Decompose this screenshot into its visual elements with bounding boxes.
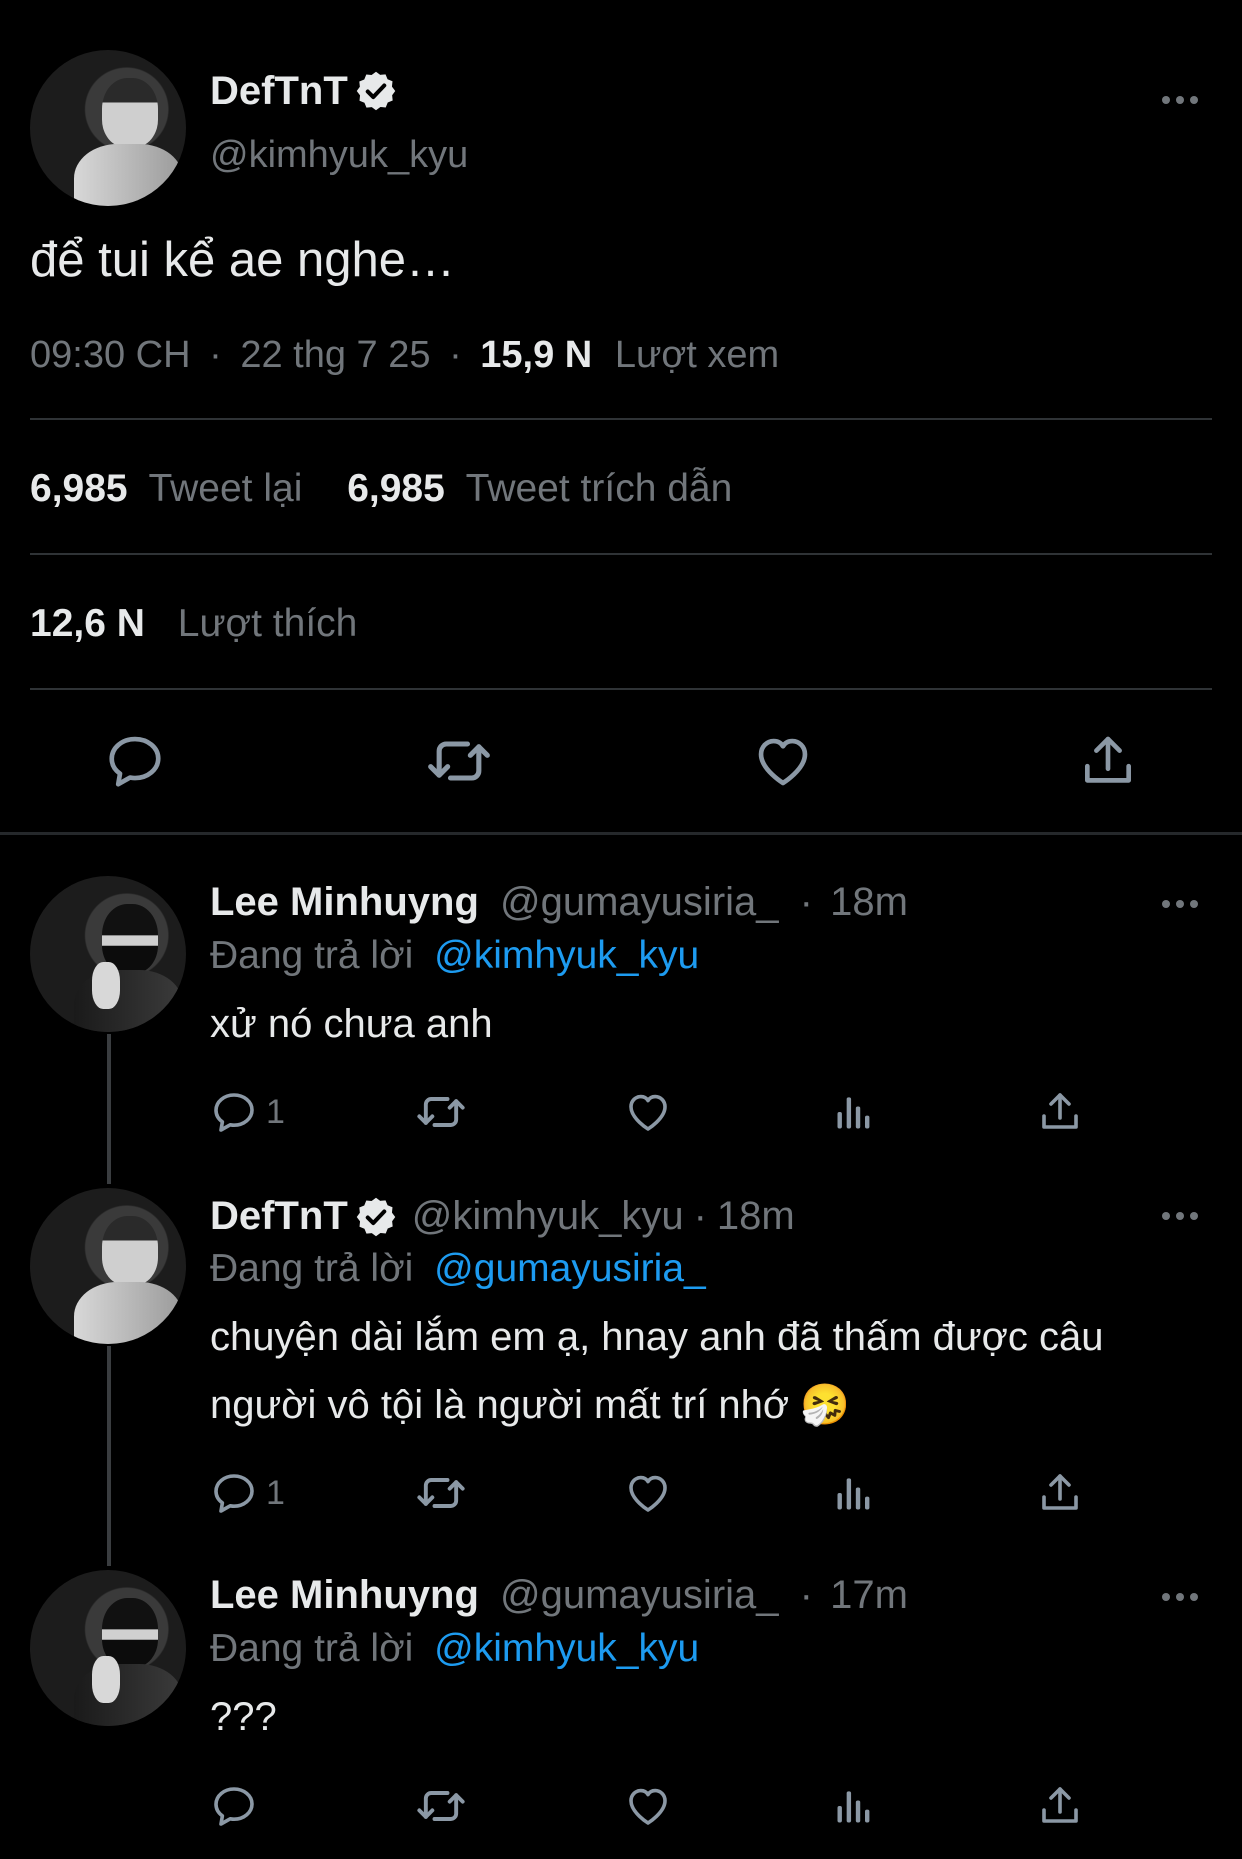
- author-display-name[interactable]: DefTnT: [210, 69, 348, 114]
- author-avatar[interactable]: [30, 50, 186, 206]
- reply-display-name[interactable]: Lee Minhuyng: [210, 1573, 479, 1617]
- quotes-count: 6,985: [347, 467, 445, 510]
- views-count: 15,9 N: [480, 334, 593, 376]
- like-icon[interactable]: [624, 1469, 672, 1517]
- reply-header: Lee Minhuyng @gumayusiria_ · 18m: [210, 880, 908, 925]
- retweets-count: 6,985: [30, 467, 128, 510]
- tweet-time: 09:30 CH: [30, 334, 191, 376]
- thread-line: [107, 1034, 111, 1184]
- retweets-stat[interactable]: 6,985 Tweet lại: [30, 467, 313, 510]
- more-icon[interactable]: [1158, 1590, 1202, 1604]
- author-name-row[interactable]: DefTnT: [210, 66, 398, 116]
- verified-badge-icon: [354, 1195, 398, 1239]
- retweet-icon[interactable]: [415, 1086, 467, 1138]
- meta-separator: ·: [209, 334, 222, 376]
- like-icon[interactable]: [624, 1782, 672, 1830]
- reply-time: 18m: [830, 880, 908, 924]
- reply-avatar[interactable]: [30, 876, 186, 1032]
- divider: [30, 553, 1212, 555]
- reply-separator: ·: [799, 1573, 813, 1617]
- reply-time: 17m: [830, 1573, 908, 1617]
- likes-stat[interactable]: 12,6 N Lượt thích: [30, 602, 357, 646]
- replying-to: Đang trả lời @gumayusiria_: [210, 1247, 706, 1291]
- meta-separator: ·: [449, 334, 462, 376]
- reply-button[interactable]: 1: [210, 1469, 285, 1517]
- share-icon[interactable]: [1077, 730, 1139, 792]
- reply-actions: 1: [210, 1088, 1090, 1138]
- reply-count: 1: [266, 1473, 285, 1512]
- reply-text-line: chuyện dài lắm em ạ, hnay anh đã thấm đư…: [210, 1315, 1104, 1359]
- likes-label: Lượt thích: [177, 602, 358, 645]
- share-icon[interactable]: [1036, 1469, 1084, 1517]
- reply-separator: ·: [693, 1194, 707, 1238]
- reply-avatar[interactable]: [30, 1188, 186, 1344]
- more-icon[interactable]: [1158, 93, 1202, 107]
- reply-icon[interactable]: [104, 730, 166, 792]
- reply-time: 18m: [716, 1194, 795, 1238]
- tweet-date: 22 thg 7 25: [240, 334, 431, 376]
- replying-to-link[interactable]: @kimhyuk_kyu: [434, 934, 699, 977]
- retweet-icon[interactable]: [415, 1467, 467, 1519]
- retweets-label: Tweet lại: [148, 467, 303, 510]
- reply-avatar[interactable]: [30, 1570, 186, 1726]
- views-icon[interactable]: [832, 1090, 876, 1134]
- divider: [30, 688, 1212, 690]
- likes-count: 12,6 N: [30, 602, 145, 645]
- section-divider: [0, 832, 1242, 835]
- retweet-icon[interactable]: [425, 727, 493, 795]
- reply-separator: ·: [799, 880, 813, 924]
- replying-to: Đang trả lời @kimhyuk_kyu: [210, 934, 699, 978]
- tweet-text: để tui kể ae nghe…: [30, 233, 455, 287]
- reply-icon: [210, 1469, 258, 1517]
- author-handle[interactable]: @kimhyuk_kyu: [210, 134, 468, 177]
- reply-button[interactable]: [210, 1782, 266, 1830]
- reply-display-name[interactable]: Lee Minhuyng: [210, 880, 479, 924]
- replying-label: Đang trả lời: [210, 1627, 414, 1670]
- replying-to-link[interactable]: @gumayusiria_: [434, 1247, 706, 1290]
- views-label: Lượt xem: [614, 334, 780, 376]
- replying-label: Đang trả lời: [210, 934, 414, 977]
- reply-display-name[interactable]: DefTnT: [210, 1194, 348, 1239]
- reply-icon: [210, 1782, 258, 1830]
- reply-handle[interactable]: @kimhyuk_kyu: [412, 1194, 684, 1239]
- engagement-row: 6,985 Tweet lại 6,985 Tweet trích dẫn: [30, 467, 732, 511]
- more-icon[interactable]: [1158, 897, 1202, 911]
- more-icon[interactable]: [1158, 1209, 1202, 1223]
- share-icon[interactable]: [1036, 1782, 1084, 1830]
- reply-handle[interactable]: @gumayusiria_: [500, 880, 779, 924]
- verified-badge-icon: [354, 69, 398, 113]
- reply-header: Lee Minhuyng @gumayusiria_ · 17m: [210, 1573, 908, 1618]
- reply-actions: [210, 1782, 1090, 1832]
- reply-count: 1: [266, 1092, 285, 1131]
- views-icon[interactable]: [832, 1784, 876, 1828]
- reply-handle[interactable]: @gumayusiria_: [500, 1573, 779, 1617]
- reply-text: ???: [210, 1695, 277, 1739]
- tweet-meta: 09:30 CH · 22 thg 7 25 · 15,9 N Lượt xem: [30, 334, 779, 377]
- replying-to: Đang trả lời @kimhyuk_kyu: [210, 1627, 699, 1671]
- retweet-icon[interactable]: [415, 1780, 467, 1832]
- like-icon[interactable]: [752, 730, 814, 792]
- like-icon[interactable]: [624, 1088, 672, 1136]
- reply-button[interactable]: 1: [210, 1088, 285, 1136]
- views-icon[interactable]: [832, 1471, 876, 1515]
- share-icon[interactable]: [1036, 1088, 1084, 1136]
- quotes-stat[interactable]: 6,985 Tweet trích dẫn: [347, 467, 732, 510]
- reply-text: xử nó chưa anh: [210, 1002, 493, 1046]
- reply-header: DefTnT @kimhyuk_kyu · 18m: [210, 1194, 795, 1239]
- replying-label: Đang trả lời: [210, 1247, 414, 1290]
- reply-text-line: người vô tội là người mất trí nhớ 🤧: [210, 1383, 851, 1427]
- reply-actions: 1: [210, 1469, 1090, 1519]
- replying-to-link[interactable]: @kimhyuk_kyu: [434, 1627, 699, 1670]
- reply-icon: [210, 1088, 258, 1136]
- divider: [30, 418, 1212, 420]
- quotes-label: Tweet trích dẫn: [465, 467, 733, 510]
- thread-line: [107, 1346, 111, 1566]
